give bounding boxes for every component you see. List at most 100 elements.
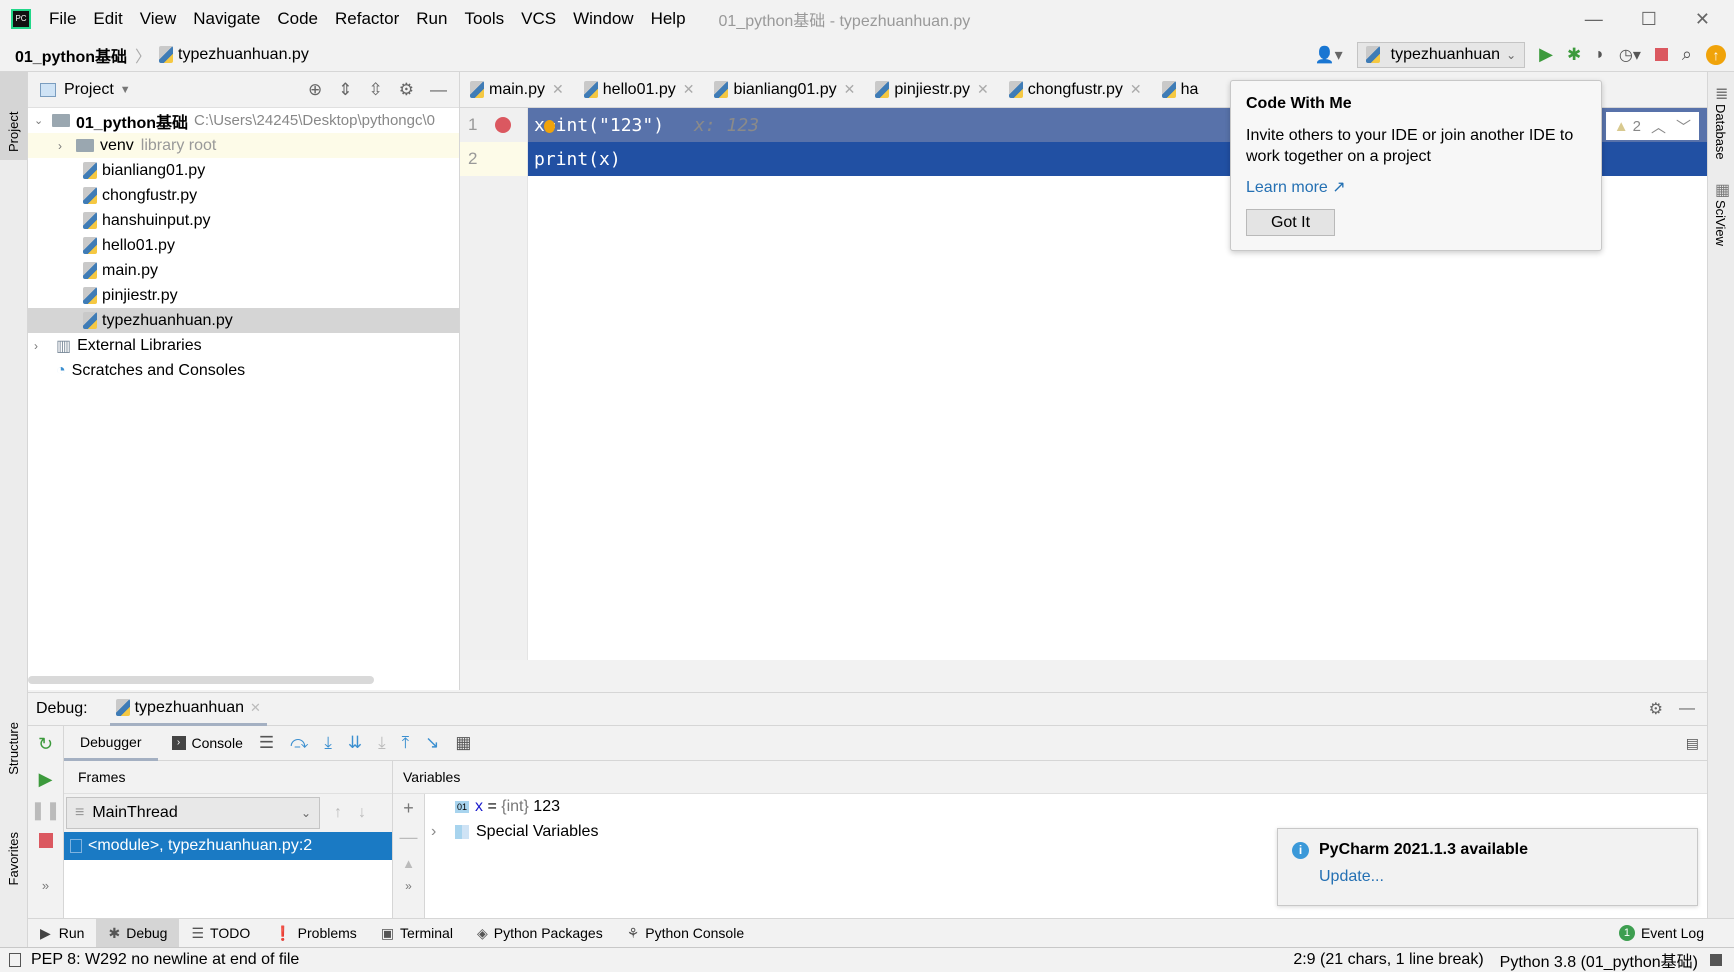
tab-pinjiestr[interactable]: pinjiestr.py ✕ [865, 72, 998, 108]
tab-main[interactable]: main.py ✕ [460, 72, 574, 108]
interpreter-selector[interactable]: Python 3.8 (01_python基础) [1500, 948, 1698, 972]
menu-view[interactable]: View [140, 9, 177, 29]
menu-vcs[interactable]: VCS [521, 9, 556, 29]
terminal-tool-button[interactable]: ▣ Terminal [369, 919, 465, 948]
tree-root[interactable]: ⌄ 01_python基础 C:\Users\24245\Desktop\pyt… [28, 108, 459, 133]
update-link[interactable]: Update... [1319, 868, 1683, 886]
tab-bianliang01[interactable]: bianliang01.py ✕ [704, 72, 865, 108]
hide-icon[interactable]: — [430, 80, 447, 100]
variable-row[interactable]: 01 x = {int} 123 [425, 794, 1707, 819]
add-watch-icon[interactable]: + [393, 798, 424, 819]
tree-scratches[interactable]: ◔ Scratches and Consoles [28, 358, 459, 383]
force-step-into-icon[interactable]: ⤓ [378, 733, 386, 753]
more-icon[interactable]: » [28, 878, 63, 893]
step-out-icon[interactable]: ⤒ [402, 733, 410, 753]
maximize-button[interactable]: ☐ [1641, 9, 1657, 30]
rerun-icon[interactable]: ↻ [28, 734, 63, 755]
close-icon[interactable]: ✕ [250, 700, 261, 716]
tab-partial[interactable]: ha [1152, 72, 1209, 108]
tree-file[interactable]: chongfustr.py [28, 183, 459, 208]
run-tool-button[interactable]: ▶ Run [28, 919, 96, 948]
tab-hello01[interactable]: hello01.py ✕ [574, 72, 705, 108]
todo-tool-button[interactable]: ☰ TODO [179, 919, 262, 948]
next-highlight-icon[interactable]: ﹀ [1676, 116, 1691, 137]
breadcrumb-file[interactable]: typezhuanhuan.py [178, 46, 309, 64]
tab-console[interactable]: Console [192, 735, 243, 751]
next-frame-icon[interactable]: ↓ [358, 804, 366, 822]
search-icon[interactable]: ⌕ [1682, 44, 1692, 65]
debug-tool-button[interactable]: ✱ Debug [96, 918, 180, 948]
close-icon[interactable]: ✕ [1130, 81, 1142, 98]
learn-more-link[interactable]: Learn more ↗ [1246, 177, 1586, 197]
debug-session-tab[interactable]: typezhuanhuan ✕ [109, 692, 267, 726]
inspection-widget[interactable]: ▲ 2 ︿ ﹀ [1605, 112, 1699, 140]
breadcrumb-project[interactable]: 01_python基础 [15, 43, 127, 67]
close-icon[interactable]: ✕ [683, 81, 695, 98]
caret-position[interactable]: 2:9 (21 chars, 1 line break) [1293, 951, 1483, 969]
tree-file[interactable]: hello01.py [28, 233, 459, 258]
stop-icon[interactable] [1654, 48, 1668, 61]
remove-watch-icon[interactable]: — [393, 827, 424, 848]
favorites-tool-button[interactable]: Favorites [6, 832, 21, 885]
tree-venv[interactable]: › venv library root [28, 133, 459, 158]
evaluate-expression-icon[interactable]: ▦ [455, 733, 471, 753]
expand-all-icon[interactable]: ⇕ [338, 80, 352, 100]
horizontal-scrollbar[interactable] [28, 676, 374, 684]
intention-bulb-icon[interactable] [544, 120, 555, 133]
tree-external-libraries[interactable]: › ▥ External Libraries [28, 333, 459, 358]
got-it-button[interactable]: Got It [1246, 209, 1335, 236]
step-into-my-code-icon[interactable]: ⇊ [348, 733, 362, 753]
move-up-icon[interactable]: ▲ [393, 856, 424, 871]
more-icon[interactable]: » [393, 879, 424, 893]
menu-tools[interactable]: Tools [464, 9, 504, 29]
thread-dropdown[interactable]: ≡ MainThread ⌄ [66, 797, 320, 829]
tab-debugger[interactable]: Debugger [64, 726, 158, 761]
previous-highlight-icon[interactable]: ︿ [1651, 116, 1666, 137]
tree-file[interactable]: hanshuinput.py [28, 208, 459, 233]
tab-chongfustr[interactable]: chongfustr.py ✕ [999, 72, 1152, 108]
menu-help[interactable]: Help [651, 9, 686, 29]
breakpoint-icon[interactable] [495, 117, 512, 133]
run-config-dropdown[interactable]: typezhuanhuan ⌄ [1356, 41, 1526, 68]
sciview-tool-button[interactable]: SciView [1713, 200, 1728, 246]
menu-run[interactable]: Run [416, 9, 447, 29]
menu-edit[interactable]: Edit [93, 9, 122, 29]
close-icon[interactable]: ✕ [977, 81, 989, 98]
problems-tool-button[interactable]: ❗ Problems [262, 919, 369, 948]
update-icon[interactable]: ↑ [1706, 44, 1726, 65]
tree-file[interactable]: pinjiestr.py [28, 283, 459, 308]
pause-icon[interactable]: ❚❚ [28, 800, 63, 821]
step-into-icon[interactable]: ⤓ [324, 733, 332, 753]
python-packages-tool-button[interactable]: ◈ Python Packages [465, 919, 615, 948]
close-icon[interactable]: ✕ [844, 81, 856, 98]
close-icon[interactable]: ✕ [552, 81, 564, 98]
resume-icon[interactable]: ▶ [28, 769, 63, 790]
menu-window[interactable]: Window [573, 9, 633, 29]
step-over-icon[interactable]: ⤼ [290, 733, 308, 753]
run-to-cursor-icon[interactable]: ↘ [425, 733, 439, 753]
layout-icon[interactable]: ▤ [1686, 735, 1699, 752]
locate-icon[interactable]: ⊕ [308, 80, 322, 100]
chevron-down-icon[interactable]: ▼ [120, 84, 131, 96]
gear-icon[interactable]: ⚙ [399, 80, 414, 100]
tree-file-selected[interactable]: typezhuanhuan.py [28, 308, 459, 333]
menu-refactor[interactable]: Refactor [335, 9, 399, 29]
toggle-tool-windows-icon[interactable] [9, 953, 21, 967]
debug-icon[interactable]: ✱ [1567, 45, 1581, 65]
minimize-button[interactable]: — [1585, 9, 1603, 30]
menu-navigate[interactable]: Navigate [193, 9, 260, 29]
profile-icon[interactable]: ◷▾ [1619, 45, 1641, 65]
previous-frame-icon[interactable]: ↑ [334, 804, 342, 822]
event-log-button[interactable]: 1 Event Log [1607, 919, 1734, 948]
project-view-dropdown[interactable]: Project [64, 81, 114, 99]
code-with-me-icon[interactable]: 👤▾ [1315, 45, 1343, 65]
python-console-tool-button[interactable]: ⚘ Python Console [615, 919, 756, 948]
menu-file[interactable]: File [49, 9, 76, 29]
structure-tool-button[interactable]: Structure [6, 722, 21, 775]
menu-code[interactable]: Code [277, 9, 318, 29]
project-tool-button[interactable]: Project [0, 72, 27, 160]
frames-list-icon[interactable]: ☰ [259, 733, 274, 753]
frame-row-selected[interactable]: <module>, typezhuanhuan.py:2 [64, 832, 392, 860]
coverage-icon[interactable]: ◗ [1595, 46, 1605, 64]
stop-icon[interactable] [38, 833, 53, 848]
